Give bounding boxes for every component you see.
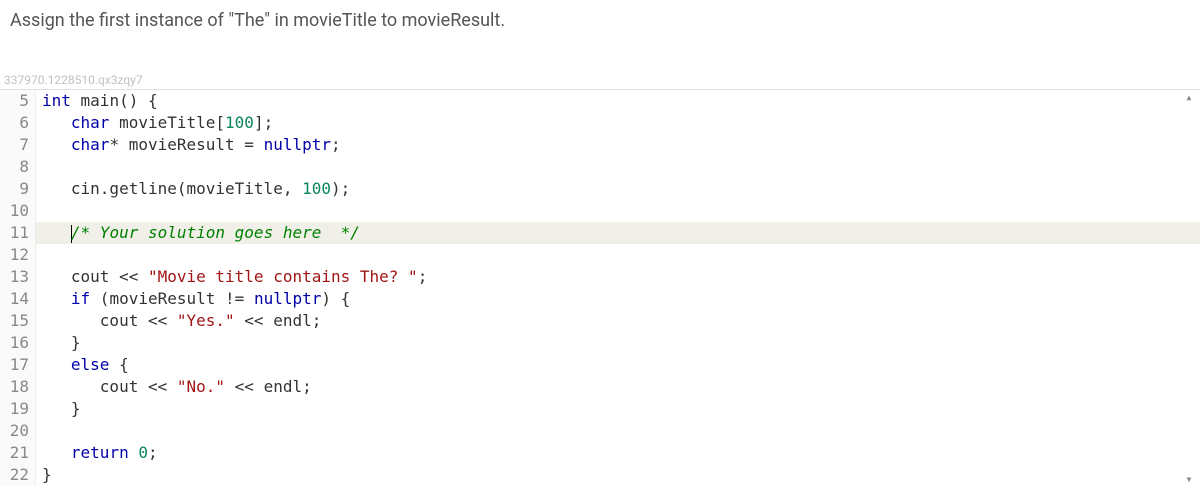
line-number: 19 bbox=[0, 398, 29, 420]
line-number: 6 bbox=[0, 112, 29, 134]
code-line[interactable] bbox=[42, 156, 1200, 178]
code-line[interactable] bbox=[42, 200, 1200, 222]
code-line[interactable] bbox=[42, 420, 1200, 442]
line-number: 10 bbox=[0, 200, 29, 222]
line-number: 15 bbox=[0, 310, 29, 332]
code-editor[interactable]: 5 6 7 8 9 10 11 12 13 14 15 16 17 18 19 … bbox=[0, 89, 1200, 486]
line-number: 17 bbox=[0, 354, 29, 376]
code-line[interactable]: } bbox=[42, 332, 1200, 354]
scroll-down-icon[interactable]: ▾ bbox=[1182, 472, 1196, 486]
code-line[interactable]: int main() { bbox=[42, 90, 1200, 112]
code-area[interactable]: int main() { char movieTitle[100]; char*… bbox=[36, 90, 1200, 486]
code-line[interactable]: cin.getline(movieTitle, 100); bbox=[42, 178, 1200, 200]
code-line[interactable]: cout << "Yes." << endl; bbox=[42, 310, 1200, 332]
code-line[interactable]: if (movieResult != nullptr) { bbox=[42, 288, 1200, 310]
line-number: 13 bbox=[0, 266, 29, 288]
code-line-active[interactable]: /* Your solution goes here */ bbox=[42, 222, 1200, 244]
line-number: 11 bbox=[0, 222, 29, 244]
line-number: 5 bbox=[0, 90, 29, 112]
instruction-text: Assign the first instance of "The" in mo… bbox=[0, 0, 1200, 37]
code-line[interactable]: char* movieResult = nullptr; bbox=[42, 134, 1200, 156]
scroll-up-icon[interactable]: ▴ bbox=[1182, 90, 1196, 104]
watermark-text: 337970.1228510.qx3zqy7 bbox=[0, 37, 1200, 89]
code-line[interactable]: cout << "No." << endl; bbox=[42, 376, 1200, 398]
line-number: 16 bbox=[0, 332, 29, 354]
line-number: 21 bbox=[0, 442, 29, 464]
code-line[interactable]: cout << "Movie title contains The? "; bbox=[42, 266, 1200, 288]
code-line[interactable]: else { bbox=[42, 354, 1200, 376]
line-number: 12 bbox=[0, 244, 29, 266]
line-number: 9 bbox=[0, 178, 29, 200]
line-number: 20 bbox=[0, 420, 29, 442]
line-number: 7 bbox=[0, 134, 29, 156]
line-gutter: 5 6 7 8 9 10 11 12 13 14 15 16 17 18 19 … bbox=[0, 90, 36, 486]
line-number: 18 bbox=[0, 376, 29, 398]
scrollbar[interactable]: ▴ ▾ bbox=[1182, 90, 1200, 486]
line-number: 14 bbox=[0, 288, 29, 310]
line-number: 8 bbox=[0, 156, 29, 178]
code-line[interactable]: return 0; bbox=[42, 442, 1200, 464]
line-number: 22 bbox=[0, 464, 29, 486]
code-line[interactable]: char movieTitle[100]; bbox=[42, 112, 1200, 134]
code-line[interactable] bbox=[42, 244, 1200, 266]
code-line[interactable]: } bbox=[42, 398, 1200, 420]
code-line[interactable]: } bbox=[42, 464, 1200, 486]
